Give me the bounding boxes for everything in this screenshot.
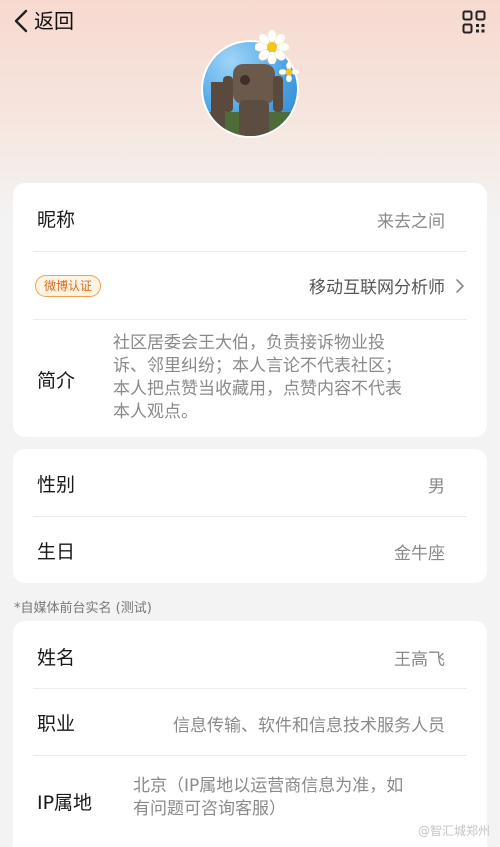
bio-label: 简介 xyxy=(37,370,76,392)
bio-line: 诉、邻里纠纷；本人言论不代表社区； xyxy=(113,356,402,376)
bio-line: 社区居委会王大伯，负责接诉物业投 xyxy=(113,333,385,353)
top-bar: 返回 xyxy=(0,0,500,44)
bio-line: 本人观点。 xyxy=(113,402,198,422)
ip-location-value: 北京（IP属地以运营商信息为准，如 有问题可咨询客服） xyxy=(133,775,473,821)
occupation-label: 职业 xyxy=(37,713,76,735)
weibo-verified-badge: 微博认证 xyxy=(35,275,102,297)
ip-location-row[interactable]: IP属地 北京（IP属地以运营商信息为准，如 有问题可咨询客服） xyxy=(13,755,487,847)
bio-row[interactable]: 简介 社区居委会王大伯，负责接诉物业投 诉、邻里纠纷；本人言论不代表社区； 本人… xyxy=(13,319,487,437)
birthday-value: 金牛座 xyxy=(394,544,445,564)
ip-location-line: 北京（IP属地以运营商信息为准，如 xyxy=(133,776,404,796)
real-name-section-note: *自媒体前台实名 (测试) xyxy=(14,601,152,616)
occupation-value: 信息传输、软件和信息技术服务人员 xyxy=(173,716,445,736)
gender-row[interactable]: 性别 男 xyxy=(13,449,487,516)
real-name-card: 姓名 王高飞 职业 信息传输、软件和信息技术服务人员 IP属地 北京（IP属地以… xyxy=(13,621,487,847)
verification-row[interactable]: 微博认证 移动互联网分析师 xyxy=(13,251,487,319)
occupation-row[interactable]: 职业 信息传输、软件和信息技术服务人员 xyxy=(13,688,487,755)
back-button[interactable]: 返回 xyxy=(12,8,74,34)
name-row[interactable]: 姓名 王高飞 xyxy=(13,621,487,688)
back-label: 返回 xyxy=(34,9,74,33)
birthday-row[interactable]: 生日 金牛座 xyxy=(13,516,487,583)
personal-info-card: 性别 男 生日 金牛座 xyxy=(13,449,487,583)
basic-info-card: 昵称 来去之间 微博认证 移动互联网分析师 简介 社区居委会王大伯，负责接诉物业… xyxy=(13,183,487,437)
name-value: 王高飞 xyxy=(394,650,445,670)
gender-value: 男 xyxy=(428,477,445,497)
bio-text: 社区居委会王大伯，负责接诉物业投 诉、邻里纠纷；本人言论不代表社区； 本人把点赞… xyxy=(113,332,463,424)
name-label: 姓名 xyxy=(37,647,76,669)
flower-decoration-icon xyxy=(255,30,289,64)
birthday-label: 生日 xyxy=(37,541,76,563)
ip-location-line: 有问题可咨询客服） xyxy=(133,799,286,819)
qr-code-icon[interactable] xyxy=(462,10,486,34)
watermark: @智汇城郑州 xyxy=(417,824,490,838)
nickname-label: 昵称 xyxy=(37,209,76,231)
chevron-left-icon xyxy=(14,9,28,33)
nickname-value: 来去之间 xyxy=(377,212,445,232)
gender-label: 性别 xyxy=(37,474,76,496)
nickname-row[interactable]: 昵称 来去之间 xyxy=(13,183,487,251)
flower-decoration-small-icon xyxy=(279,62,299,82)
verification-value: 移动互联网分析师 xyxy=(309,278,445,298)
ip-location-label: IP属地 xyxy=(37,792,93,814)
bio-line: 本人把点赞当收藏用，点赞内容不代表 xyxy=(113,379,402,399)
chevron-right-icon xyxy=(456,279,464,293)
